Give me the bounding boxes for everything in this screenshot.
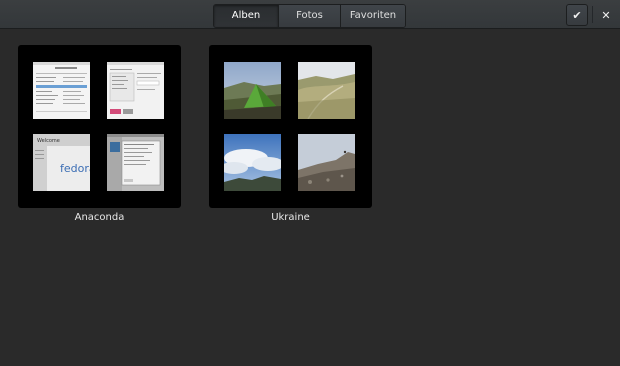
album-ukraine[interactable] bbox=[209, 45, 372, 208]
fedora-logo-text: fedora bbox=[60, 162, 90, 175]
album-name: Anaconda bbox=[74, 212, 125, 223]
thumbnail-summit-photo bbox=[298, 134, 355, 191]
thumbnail-installer-3 bbox=[107, 134, 164, 191]
thumbnail-installer-2 bbox=[107, 62, 164, 119]
welcome-heading: Welcome bbox=[37, 138, 60, 144]
close-button[interactable]: ✕ bbox=[595, 4, 617, 26]
thumbnail-clouds-photo bbox=[224, 134, 281, 191]
close-icon: ✕ bbox=[601, 8, 611, 22]
header-bar: Alben Fotos Favoriten ✔ ✕ bbox=[0, 0, 620, 29]
checkmark-icon: ✔ bbox=[572, 8, 582, 22]
thumbnail-installer-1 bbox=[33, 62, 90, 119]
thumbnail-ridge-photo bbox=[298, 62, 355, 119]
select-button[interactable]: ✔ bbox=[566, 4, 588, 26]
header-separator bbox=[592, 6, 593, 23]
tab-albums[interactable]: Alben bbox=[214, 5, 279, 27]
thumbnail-fedora-welcome: Welcome fedora bbox=[33, 134, 90, 191]
album-name: Ukraine bbox=[271, 212, 310, 223]
view-switcher: Alben Fotos Favoriten bbox=[213, 4, 406, 28]
tab-favorites[interactable]: Favoriten bbox=[341, 5, 405, 27]
tab-photos[interactable]: Fotos bbox=[279, 5, 341, 27]
album-anaconda[interactable]: Welcome fedora bbox=[18, 45, 181, 208]
thumbnail-tent-photo bbox=[224, 62, 281, 119]
